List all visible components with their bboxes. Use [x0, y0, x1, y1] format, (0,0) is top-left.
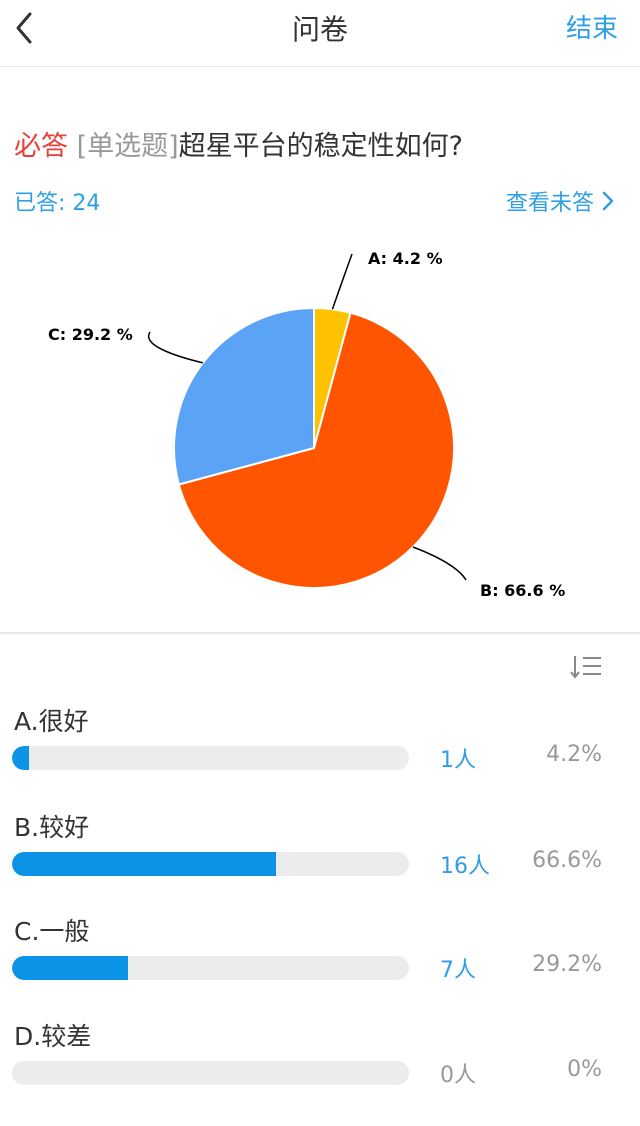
pie-label-1: B: 66.6 % — [480, 581, 565, 600]
progress-track — [12, 1061, 409, 1085]
page-title: 问卷 — [291, 13, 348, 46]
pie-label-2: C: 29.2 % — [48, 325, 133, 344]
question-type: [单选题] — [76, 131, 179, 162]
option-percent: 0% — [567, 1057, 602, 1082]
option-count[interactable]: 7人 — [440, 952, 476, 984]
option-percent: 29.2% — [532, 952, 602, 977]
view-unanswered-link[interactable]: 查看未答 — [506, 185, 614, 217]
pie-label-0: A: 4.2 % — [368, 249, 443, 268]
pie-leader-0 — [331, 253, 353, 310]
answered-count: 已答: 24 — [14, 191, 101, 216]
progress-fill — [12, 746, 29, 770]
pie-chart: A: 4.2 % B: 66.6 % C: 29.2 % — [48, 249, 565, 600]
progress-fill — [12, 852, 277, 876]
pie-leader-1 — [412, 546, 467, 581]
progress-fill — [12, 956, 128, 980]
option-d: D.较差 0人 0% — [0, 1017, 640, 1117]
chevron-right-icon — [602, 191, 614, 211]
divider — [0, 632, 640, 634]
progress-track — [12, 956, 409, 980]
sort-icon[interactable] — [570, 654, 602, 680]
option-label: A.很好 — [14, 707, 89, 736]
option-percent: 4.2% — [546, 742, 602, 767]
progress-track — [12, 746, 409, 770]
option-label: D.较差 — [14, 1022, 92, 1051]
nav-bar: 问卷 结束 — [0, 0, 640, 67]
progress-track — [12, 852, 409, 876]
option-percent: 66.6% — [532, 848, 602, 873]
required-tag: 必答 — [14, 131, 68, 162]
question-body: 超星平台的稳定性如何? — [178, 131, 464, 162]
option-a: A.很好 1人 4.2% — [0, 702, 640, 802]
option-count[interactable]: 1人 — [440, 742, 476, 774]
end-button[interactable]: 结束 — [566, 8, 618, 45]
question-text: 必答 [单选题]超星平台的稳定性如何? — [14, 124, 463, 163]
view-unanswered-label: 查看未答 — [505, 191, 594, 216]
option-b: B.较好 16人 66.6% — [0, 808, 640, 908]
option-count[interactable]: 16人 — [440, 848, 490, 880]
option-label: C.一般 — [14, 917, 90, 946]
option-c: C.一般 7人 29.2% — [0, 912, 640, 1012]
option-count[interactable]: 0人 — [440, 1057, 476, 1089]
option-label: B.较好 — [14, 813, 90, 842]
pie-leader-2 — [147, 331, 204, 364]
